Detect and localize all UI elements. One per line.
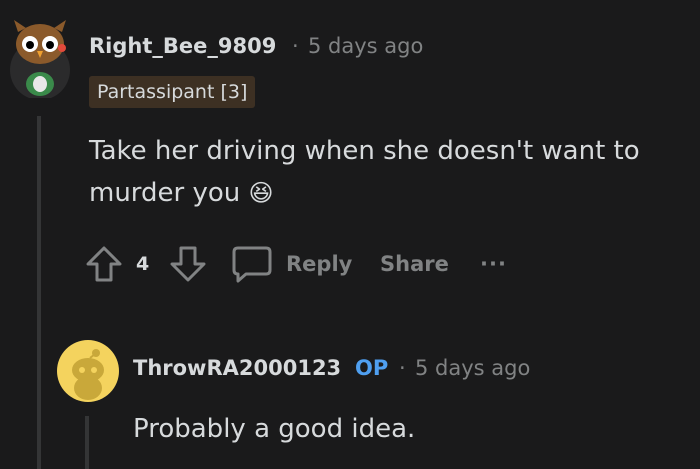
reply-timestamp[interactable]: 5 days ago — [415, 356, 530, 380]
comment-username[interactable]: Right_Bee_9809 — [89, 34, 276, 58]
comment-bubble-icon — [232, 246, 272, 283]
share-label: Share — [380, 252, 449, 276]
comment-body-line-2: murder you 😆 — [89, 172, 274, 214]
comment-timestamp[interactable]: 5 days ago — [308, 34, 423, 58]
reply-thread-line[interactable] — [85, 416, 89, 469]
meta-separator: · — [292, 34, 299, 58]
vote-count: 4 — [136, 253, 150, 275]
comment-body-line-1: Take her driving when she doesn't want t… — [89, 136, 640, 166]
snoo-avatar-icon — [72, 349, 104, 400]
owl-snoo-avatar-icon — [10, 20, 70, 98]
reply-button[interactable]: Reply — [230, 242, 352, 286]
downvote-button[interactable] — [168, 242, 208, 286]
more-options-icon: ··· — [480, 252, 507, 276]
laughing-emoji-icon: 😆 — [248, 179, 274, 207]
share-button[interactable]: Share — [380, 242, 449, 286]
user-flair: Partassipant [3] — [89, 76, 256, 108]
op-badge: OP — [355, 356, 389, 380]
comment-body-text: murder you — [89, 178, 241, 208]
thread-line[interactable] — [37, 116, 41, 469]
reply-meta-separator: · — [399, 356, 406, 380]
reply-username[interactable]: ThrowRA2000123 — [133, 356, 341, 380]
upvote-arrow-icon — [86, 246, 122, 282]
user-avatar[interactable] — [8, 18, 72, 98]
upvote-button[interactable] — [84, 242, 124, 286]
reply-body-text: Probably a good idea. — [133, 414, 416, 444]
reply-user-avatar[interactable] — [57, 340, 119, 402]
downvote-arrow-icon — [170, 246, 206, 282]
reply-label: Reply — [286, 252, 353, 276]
more-options-button[interactable]: ··· — [480, 242, 507, 286]
